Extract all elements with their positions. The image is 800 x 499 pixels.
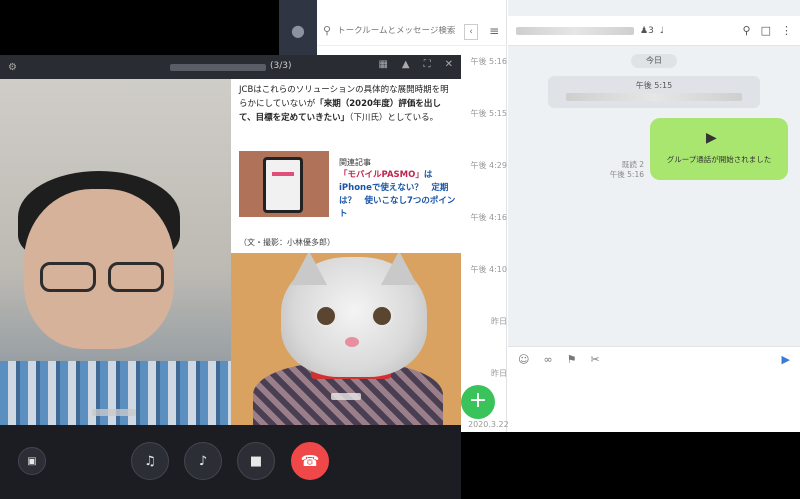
article-text-tail: （下川氏）としている。 [349,113,439,123]
end-call-button[interactable]: ☎ [291,442,329,480]
cat-eye-right [371,305,393,327]
list-time: 午後 4:16 [470,213,507,222]
lens-left [40,262,96,292]
participant-glasses [40,262,168,294]
list-time: 午後 5:15 [470,109,507,118]
call-window-tools: ▦ ▲ ⛶ ✕ [378,59,453,70]
phone-image [263,157,303,213]
room-name-blurred [516,26,634,35]
bubble-text: グループ通話が開始されました [666,155,772,164]
participant-name-blurred [331,393,361,400]
more-icon[interactable]: ⋮ [781,24,792,37]
emoji-icon[interactable]: ☺ [518,353,529,366]
search-icon: ⚲ [323,24,332,37]
new-chat-fab[interactable]: + [461,385,495,419]
video-call-icon: ▶ [706,130,717,146]
list-time: 午後 5:16 [470,57,507,66]
member-count-value: 3 [648,25,654,36]
end-call-icon: ☎ [300,452,320,470]
search-icon[interactable]: ⚲ [743,24,751,37]
participant-count: (3/3) [270,61,292,71]
cat-face-filter [281,253,427,377]
list-date: 2020.3.22 [468,420,509,429]
article-paragraph: JCBはこれらのソリューションの具体的な展開時期を明らかにしていないが「来期（2… [239,83,453,125]
gear-icon[interactable]: ⚙ [8,62,17,73]
compose-toolbar: ☺ ∞ ⚑ ✂ ▶ [508,346,800,372]
lens-right [108,262,164,292]
related-article-link[interactable]: 「モバイルPASMO」はiPhoneで使えない？ 定期は？ 使いこなし7つのポイ… [339,169,457,221]
screen-share-icon: ▣ [27,455,37,467]
profile-icon[interactable]: ● [288,22,308,40]
read-status: 既読 2 [621,160,644,169]
camera-toggle-button[interactable]: ■ [237,442,275,480]
fullscreen-icon[interactable]: ⛶ [424,59,431,70]
member-count[interactable]: ♟3 [640,26,654,36]
list-time: 午後 4:10 [470,265,507,274]
mute-speaker-button[interactable]: ♪ [184,442,222,480]
desktop: { "line": { "window_controls": ["—", "□"… [0,0,800,499]
layout-icon[interactable]: ▦ [378,59,387,70]
participant-tile-main[interactable] [0,79,231,425]
list-time: 昨日 [491,369,507,378]
date-pill: 今日 [631,54,677,68]
notification-icon[interactable]: ♩ [660,26,664,36]
article-thumbnail[interactable] [239,151,329,217]
speaker-off-icon: ♪ [198,453,208,469]
screenshot-icon[interactable]: ✂ [591,353,600,366]
message-time: 午後 5:16 [609,170,644,179]
cat-nose [345,337,359,347]
group-name-blurred [170,64,266,71]
mic-off-icon: ♫ [144,453,156,469]
mute-mic-button[interactable]: ♫ [131,442,169,480]
list-time: 午後 4:29 [470,161,507,170]
video-call-window: ⚙ (3/3) ▦ ▲ ⛶ ✕ JCBはこれらのソリューションの具体的な展開時期… [0,55,461,499]
chat-room-panel: ♟3 ♩ ⚲ □ ⋮ 今日 午後 5:15 既読 2 午後 5:16 ▶ グルー… [508,0,800,432]
message-input[interactable] [508,372,800,432]
call-titlebar: ⚙ (3/3) ▦ ▲ ⛶ ✕ [0,55,461,79]
participant-name-blurred [92,409,136,416]
related-link-red: 「モバイルPASMO」 [339,170,424,180]
collapse-panel-button[interactable]: ‹ [464,24,478,40]
system-message: 午後 5:15 [548,76,760,108]
search-input[interactable] [337,25,484,36]
keep-icon[interactable]: ⚑ [567,353,577,366]
search-bar: ⚲ ≡ [317,16,507,46]
cat-eye-left [315,305,337,327]
phone-screen-mark [272,172,294,176]
message-meta: 既読 2 午後 5:16 [594,160,644,180]
system-message-blurred [566,93,742,101]
call-icon[interactable]: ▶ [782,353,790,366]
screen-share-button[interactable]: ▣ [18,447,46,475]
article-credit: （文・撮影：小林優多郎） [239,238,335,247]
cat-ear-right [381,253,417,285]
cat-ear-left [291,253,327,285]
pin-icon[interactable]: ▲ [402,59,410,70]
list-time: 昨日 [491,317,507,326]
close-icon[interactable]: ✕ [445,59,453,70]
album-icon[interactable]: □ [761,24,771,37]
camera-icon: ■ [249,453,263,469]
participant-tile-filter[interactable] [231,253,461,425]
chat-header: ♟3 ♩ ⚲ □ ⋮ [508,16,800,46]
menu-icon[interactable]: ≡ [489,24,499,38]
call-controls: ▣ ♫ ♪ ■ ☎ [0,425,461,499]
screen-share-tile[interactable]: JCBはこれらのソリューションの具体的な展開時期を明らかにしていないが「来期（2… [231,79,461,253]
attach-icon[interactable]: ∞ [543,353,552,366]
related-label: 関連記事 [339,158,371,167]
call-started-bubble[interactable]: ▶ グループ通話が開始されました [650,118,788,180]
system-message-time: 午後 5:15 [635,81,673,90]
header-actions: ⚲ □ ⋮ [743,24,792,37]
